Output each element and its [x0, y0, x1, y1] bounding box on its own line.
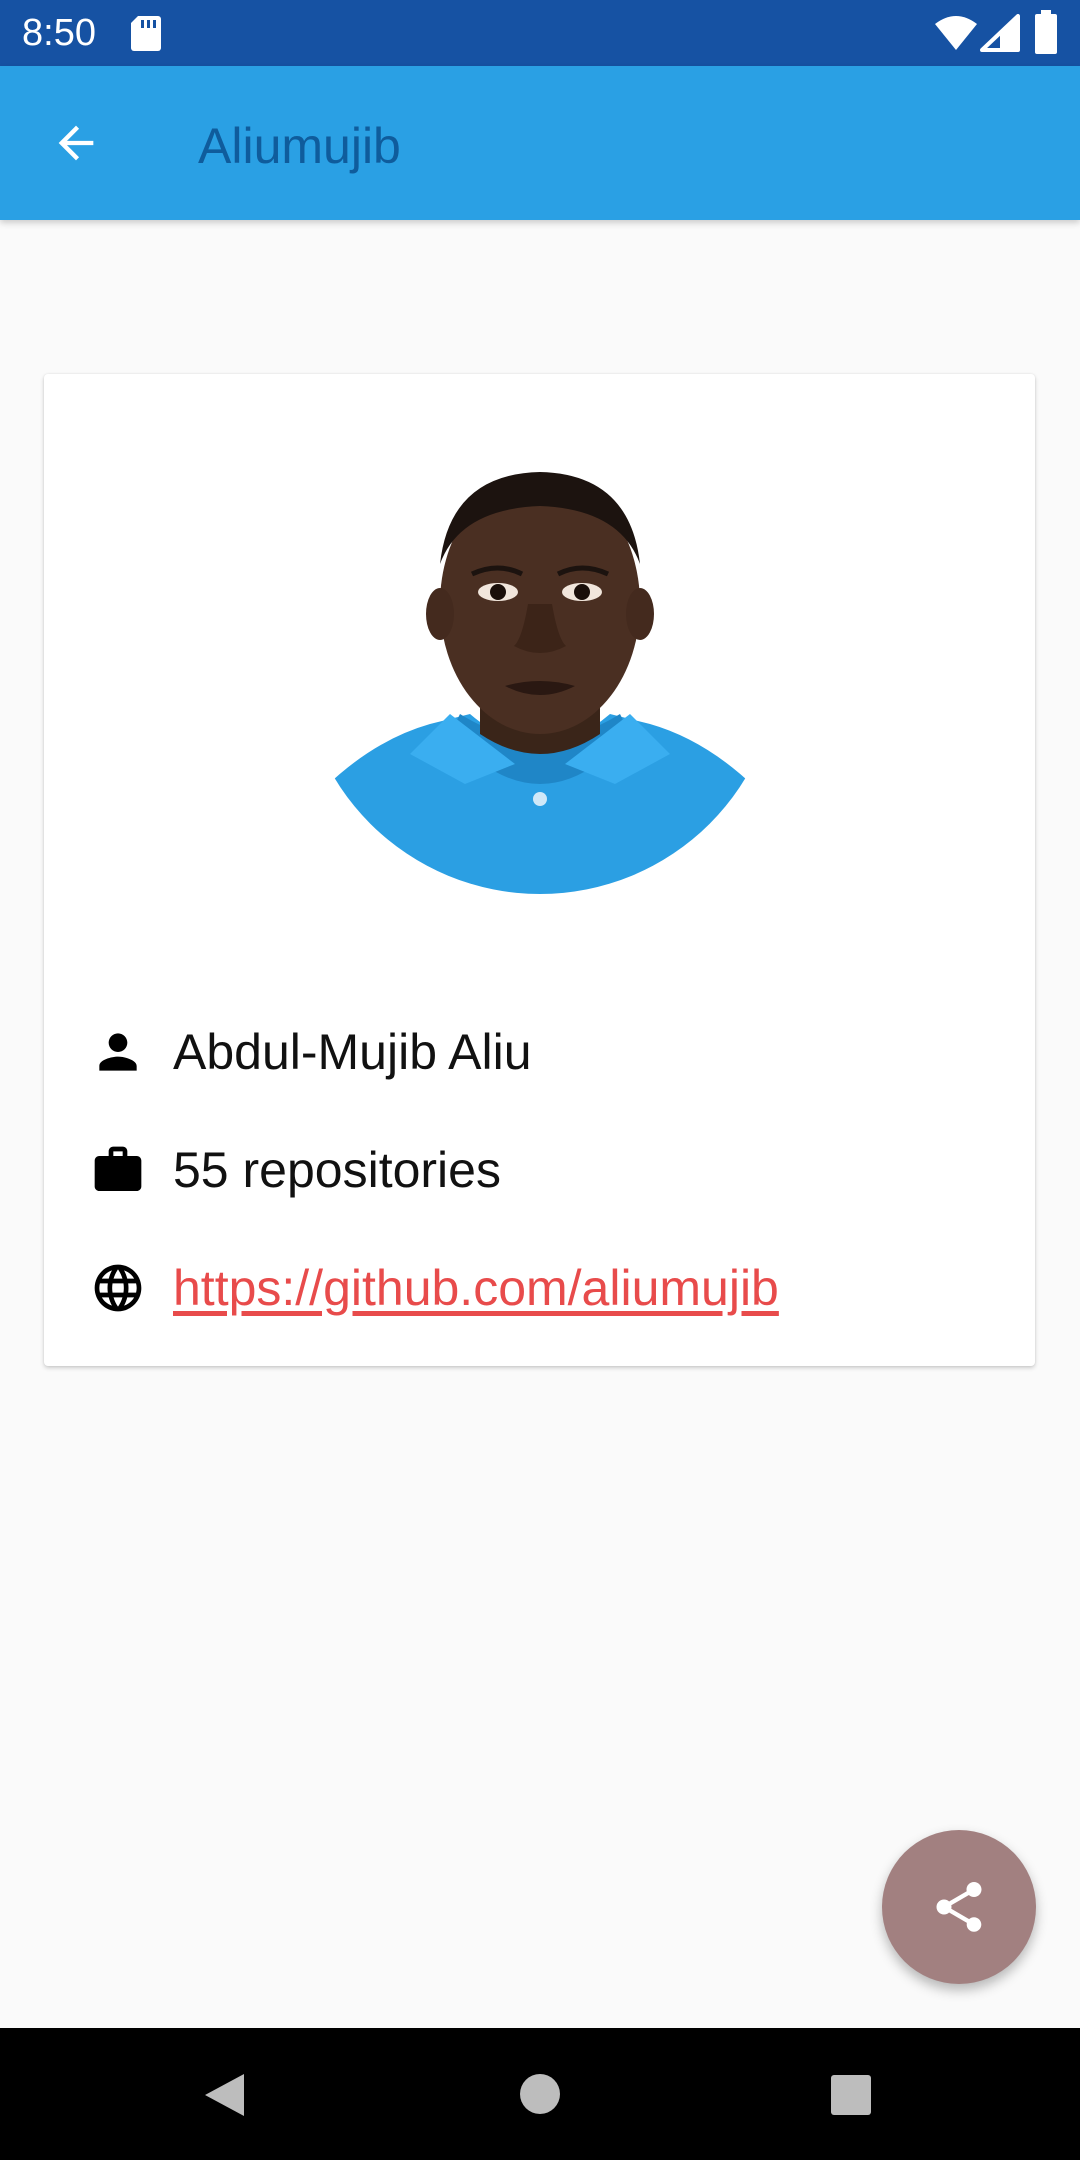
system-nav-bar [0, 2028, 1080, 2160]
user-full-name: Abdul-Mujib Aliu [173, 1024, 532, 1080]
nav-recents-icon[interactable] [830, 2074, 872, 2116]
globe-icon [88, 1258, 148, 1318]
page-title: Aliumujib [198, 118, 401, 174]
briefcase-icon [88, 1140, 148, 1200]
nav-home-icon[interactable] [518, 2072, 562, 2116]
avatar [300, 414, 780, 894]
repositories-count: 55 repositories [173, 1142, 501, 1198]
github-profile-link[interactable]: https://github.com/aliumujib [173, 1258, 779, 1318]
app-bar: Aliumujib [0, 66, 1080, 220]
profile-photo [300, 414, 780, 894]
nav-back-icon[interactable] [202, 2072, 246, 2118]
sd-card-icon [130, 14, 162, 52]
signal-icon [980, 14, 1020, 52]
name-row: Abdul-Mujib Aliu [88, 1012, 1008, 1092]
share-button[interactable] [882, 1830, 1036, 1984]
wifi-icon [934, 14, 978, 52]
status-bar: 8:50 [0, 0, 1080, 66]
profile-screen: 8:50 Aliumujib Abdul-Mujib Aliu 55 repos… [0, 0, 1080, 2160]
person-icon [88, 1022, 148, 1082]
status-time: 8:50 [22, 12, 96, 54]
profile-link-row[interactable]: https://github.com/aliumujib [88, 1248, 1008, 1328]
battery-icon [1034, 10, 1058, 54]
profile-card: Abdul-Mujib Aliu 55 repositories https:/… [44, 374, 1035, 1366]
arrow-left-icon [58, 125, 94, 161]
share-icon [936, 1882, 982, 1932]
back-button[interactable] [38, 111, 114, 175]
repositories-row: 55 repositories [88, 1130, 1008, 1210]
